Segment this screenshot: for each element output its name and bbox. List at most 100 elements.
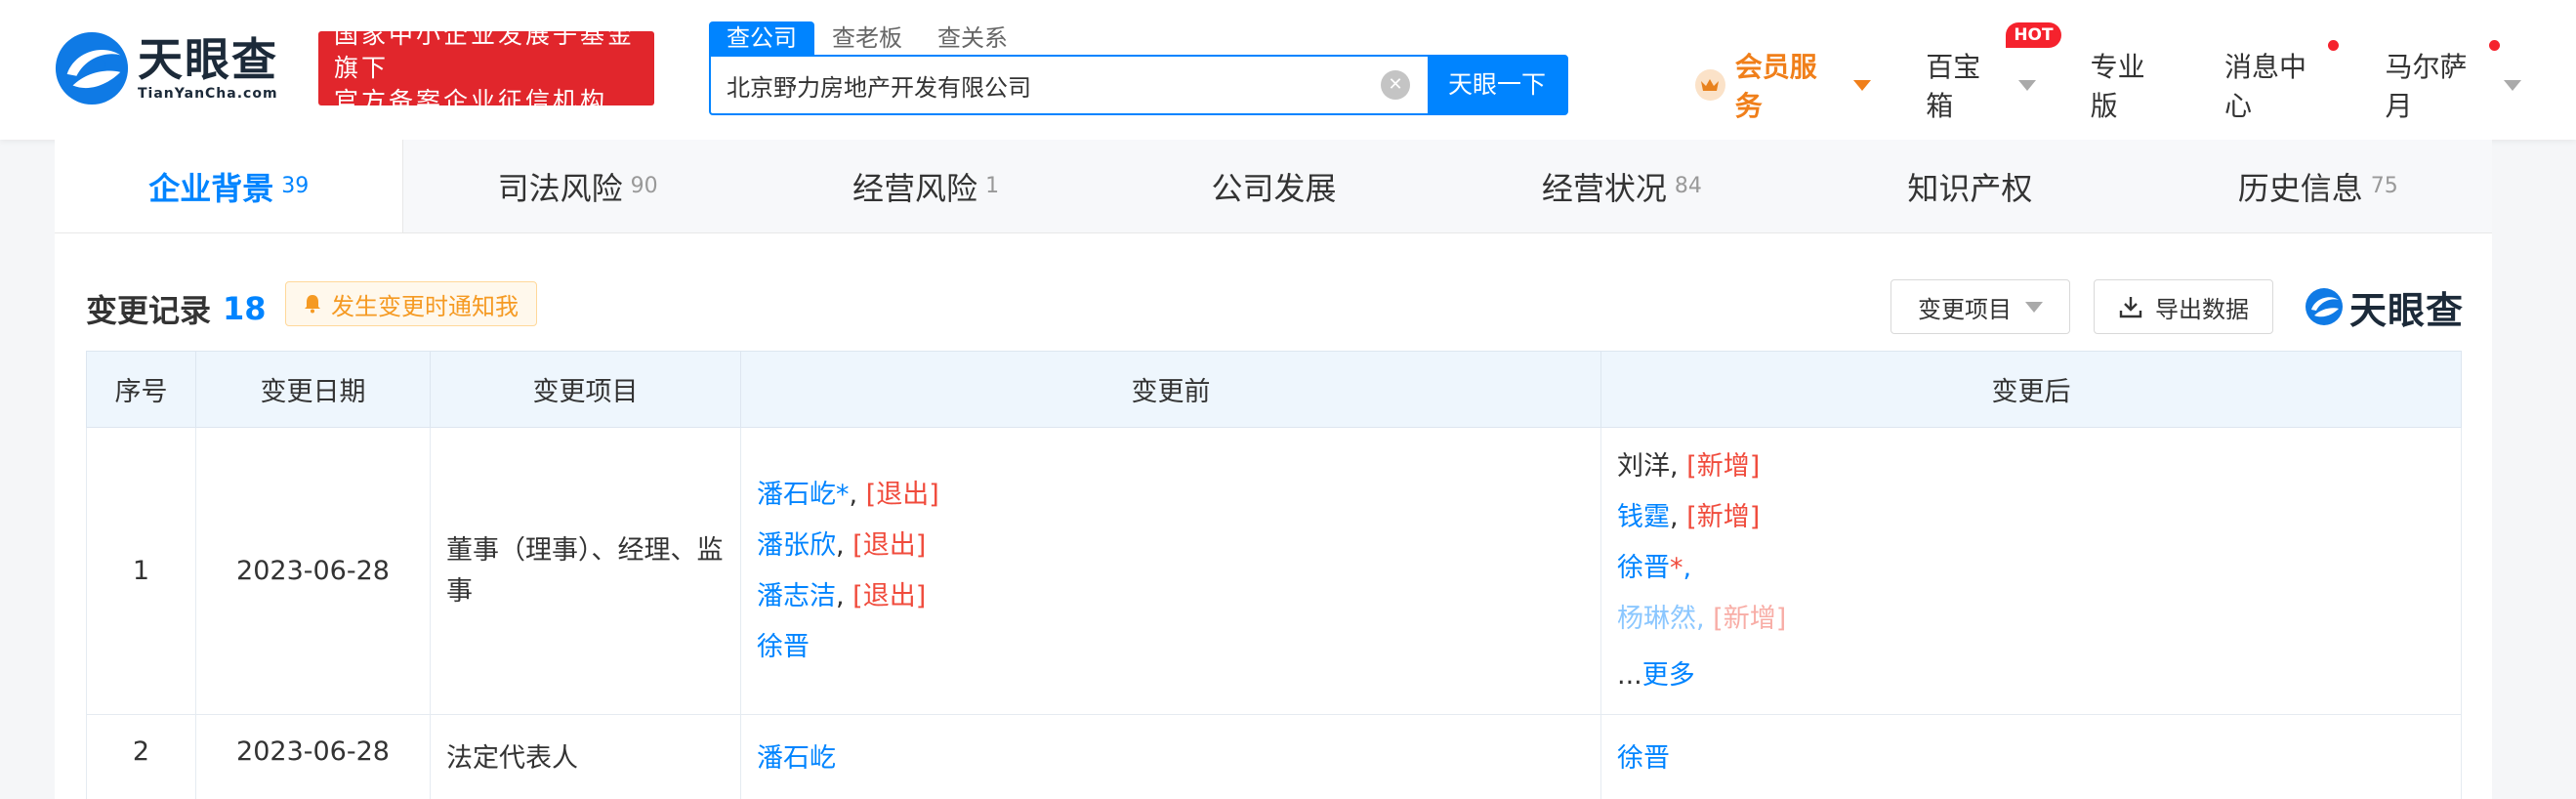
search-input[interactable] [711,57,1381,113]
slogan-line-1: 国家中小企业发展子基金旗下 [334,21,636,82]
change-tag: [新增] [1713,603,1787,634]
table-header-row: 序号 变更日期 变更项目 变更前 变更后 [86,351,2462,428]
tab-count: 75 [2370,174,2398,198]
column-header-item: 变更项目 [430,351,741,428]
tianyancha-logo-icon [55,31,129,105]
row-date: 2023-06-28 [195,714,431,799]
row-index: 1 [86,427,196,715]
company-detail-panel: 企业背景 39 司法风险 90 经营风险 1 公司发展 经营状况 84 知识产权… [55,140,2492,799]
tab-intellectual-property[interactable]: 知识产权 [1796,140,2143,232]
export-data-button[interactable]: 导出数据 [2094,279,2273,334]
search-tab-relation[interactable]: 查关系 [920,21,1025,55]
person-link[interactable]: 潘志洁 [757,581,836,611]
column-header-index: 序号 [86,351,196,428]
search-tab-company[interactable]: 查公司 [709,21,814,55]
toolbox-menu[interactable]: 百宝箱 HOT [1926,22,2061,124]
header-nav: 会员服务 百宝箱 HOT 专业版 消息中心 马尔萨月 [1695,22,2576,122]
column-header-date: 变更日期 [195,351,431,428]
slogan-line-2: 官方备案企业征信机构 [334,87,608,115]
site-logo[interactable]: 天眼查 TianYanCha.com [54,29,278,107]
list-item: 潘张欣, [退出] [757,521,1585,571]
person-link[interactable]: 潘张欣 [757,530,836,561]
separator: , [1683,552,1692,583]
tab-company-background[interactable]: 企业背景 39 [55,140,404,232]
row-item-text: 董事（理事）、经理、监事 [446,534,724,607]
hot-badge: HOT [2006,22,2061,48]
export-label: 导出数据 [2155,295,2249,323]
table-row: 1 2023-06-28 董事（理事）、经理、监事 潘石屹*, [退出] 潘张欣… [86,427,2462,715]
section-title: 变更记录 18 [86,286,267,331]
row-before: 潘石屹 [740,714,1601,799]
person-link[interactable]: 潘石屹* [757,480,850,510]
logo-text-en: TianYanCha.com [138,86,278,102]
change-item-filter[interactable]: 变更项目 [1890,279,2070,334]
search-box: ✕ 天眼一下 [709,55,1568,115]
tianyancha-watermark: 天眼查 [2305,282,2464,332]
row-after: 刘洋, [新增] 钱霆, [新增] 徐晋*, 杨琳然, [新增] ...更多 [1600,427,2462,715]
tab-label: 企业背景 [148,169,274,207]
list-item: 刘洋, [新增] [1617,442,2445,492]
tab-label: 经营风险 [852,169,978,207]
row-item: 法定代表人 [430,714,741,799]
star-mark: * [1670,552,1683,583]
message-center-link[interactable]: 消息中心 [2223,40,2339,124]
toolbox-label: 百宝箱 [1926,51,1981,122]
chevron-down-icon [1853,79,1872,91]
person-link[interactable]: 徐晋 [1617,553,1670,583]
notify-on-change-button[interactable]: 发生变更时通知我 [285,281,537,326]
pro-version-link[interactable]: 专业版 [2091,46,2170,124]
tab-history-info[interactable]: 历史信息 75 [2144,140,2492,232]
row-date: 2023-06-28 [195,427,431,715]
bell-icon [305,295,320,314]
person-link[interactable]: 潘石屹 [757,743,836,774]
person-link[interactable]: 徐晋 [1617,743,1670,774]
search-type-tabs: 查公司 查老板 查关系 [709,21,1025,55]
search-button[interactable]: 天眼一下 [1428,57,1566,113]
change-tag: [退出] [852,529,927,561]
dimension-tabs: 企业背景 39 司法风险 90 经营风险 1 公司发展 经营状况 84 知识产权… [55,140,2492,233]
tab-label: 司法风险 [497,169,623,207]
vip-service-menu[interactable]: 会员服务 [1695,46,1872,124]
user-name: 马尔萨月 [2385,51,2468,122]
tab-count: 90 [630,174,658,198]
change-record-table: 序号 变更日期 变更项目 变更前 变更后 1 2023-06-28 董事（理事）… [86,351,2462,799]
separator: , [1696,603,1714,634]
tab-count: 84 [1674,174,1702,198]
column-header-after: 变更后 [1600,351,2462,428]
change-tag: [退出] [852,580,927,611]
show-more-link[interactable]: 更多 [1642,660,1695,691]
tab-label: 经营状况 [1541,169,1667,207]
top-header: 天眼查 TianYanCha.com 国家中小企业发展子基金旗下 官方备案企业征… [0,0,2576,140]
message-center-label: 消息中心 [2223,51,2306,122]
column-header-before: 变更前 [740,351,1601,428]
search-tab-boss[interactable]: 查老板 [814,21,920,55]
list-item: 徐晋*, [1617,543,2445,594]
table-row: 2 2023-06-28 法定代表人 潘石屹 徐晋 [86,714,2462,799]
row-item: 董事（理事）、经理、监事 [430,427,741,715]
person-link[interactable]: 徐晋 [757,632,810,662]
person-link[interactable]: 钱霆 [1617,502,1670,532]
separator: , [1670,450,1687,482]
logo-text-cn: 天眼查 [138,33,278,86]
tab-operation-risk[interactable]: 经营风险 1 [752,140,1100,232]
user-menu[interactable]: 马尔萨月 [2385,40,2522,124]
change-tag: [新增] [1686,501,1761,532]
list-item: 杨琳然, [新增] [1617,594,2445,645]
section-count: 18 [223,290,267,327]
chevron-down-icon [2025,301,2043,313]
tab-operation-status[interactable]: 经营状况 84 [1448,140,1796,232]
tab-company-development[interactable]: 公司发展 [1100,140,1447,232]
tianyancha-logo-icon [2306,288,2343,325]
tab-label: 公司发展 [1211,169,1337,207]
row-after: 徐晋 [1600,714,2462,799]
notify-label: 发生变更时通知我 [331,292,519,320]
row-index: 2 [86,714,196,799]
section-title-text: 变更记录 [86,292,212,329]
vip-service-label: 会员服务 [1734,51,1817,122]
separator: , [849,479,866,510]
person-link[interactable]: 杨琳然 [1617,604,1696,634]
crown-icon [1695,69,1725,101]
tab-judicial-risk[interactable]: 司法风险 90 [403,140,751,232]
separator: , [836,580,853,611]
clear-search-icon[interactable]: ✕ [1381,70,1410,100]
